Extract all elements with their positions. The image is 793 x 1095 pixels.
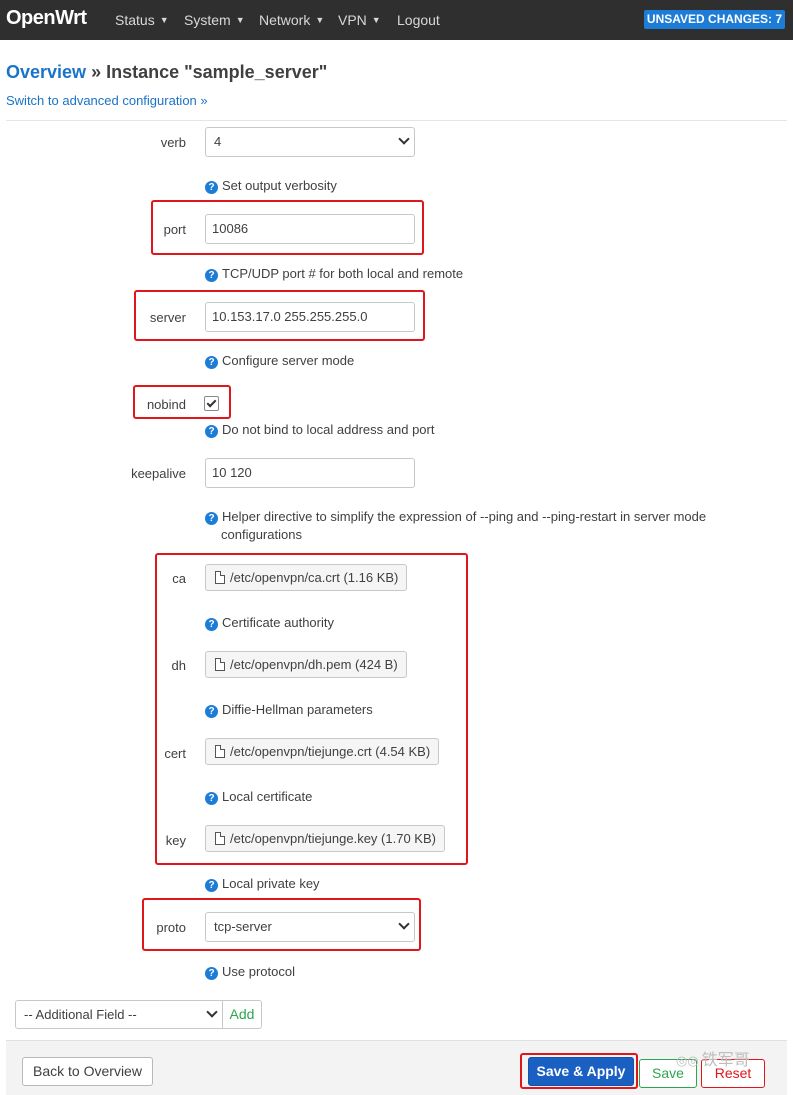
help-icon: ? <box>205 879 218 892</box>
help-icon: ? <box>205 792 218 805</box>
cert-label: cert <box>164 746 186 761</box>
help-icon: ? <box>205 356 218 369</box>
menu-vpn[interactable]: VPN ▼ <box>338 12 381 28</box>
help-icon: ? <box>205 512 218 525</box>
server-input[interactable]: 10.153.17.0 255.255.255.0 <box>205 302 415 332</box>
divider <box>6 120 787 121</box>
caret-down-icon: ▼ <box>371 15 381 25</box>
file-icon <box>215 571 225 584</box>
menu-network[interactable]: Network ▼ <box>259 12 324 28</box>
help-icon: ? <box>205 269 218 282</box>
server-help: ? Configure server mode <box>205 352 354 370</box>
port-help: ? TCP/UDP port # for both local and remot… <box>205 265 463 283</box>
key-file-button[interactable]: /etc/openvpn/tiejunge.key (1.70 KB) <box>205 825 445 852</box>
file-icon <box>215 658 225 671</box>
file-icon <box>215 745 225 758</box>
port-label: port <box>163 222 186 237</box>
nobind-help: ? Do not bind to local address and port <box>205 421 434 439</box>
nobind-label: nobind <box>146 397 186 412</box>
key-help: ? Local private key <box>205 875 320 893</box>
verb-help: ? Set output verbosity <box>205 177 337 195</box>
dh-help: ? Diffie-Hellman parameters <box>205 701 373 719</box>
chevron-down-icon <box>206 1006 218 1018</box>
help-icon: ? <box>205 967 218 980</box>
proto-help: ? Use protocol <box>205 963 295 981</box>
keepalive-help: ? Helper directive to simplify the expres… <box>205 508 765 542</box>
brand-logo[interactable]: OpenWrt <box>6 7 87 30</box>
help-icon: ? <box>205 705 218 718</box>
port-input[interactable]: 10086 <box>205 214 415 244</box>
ca-help: ? Certificate authority <box>205 614 334 632</box>
breadcrumb-overview-link[interactable]: Overview <box>6 62 86 82</box>
verb-label: verb <box>160 135 186 150</box>
caret-down-icon: ▼ <box>315 15 325 25</box>
ca-label: ca <box>172 571 186 586</box>
server-label: server <box>149 310 186 325</box>
breadcrumb-separator: » <box>86 62 107 82</box>
ca-file-button[interactable]: /etc/openvpn/ca.crt (1.16 KB) <box>205 564 408 591</box>
key-label: key <box>165 833 186 848</box>
chevron-down-icon <box>398 918 410 930</box>
help-icon: ? <box>205 181 218 194</box>
caret-down-icon: ▼ <box>159 15 169 25</box>
menu-logout[interactable]: Logout <box>397 12 440 28</box>
cert-help: ? Local certificate <box>205 788 312 806</box>
advanced-config-link[interactable]: Switch to advanced configuration » <box>6 93 208 108</box>
proto-label: proto <box>156 920 186 935</box>
caret-down-icon: ▼ <box>235 15 245 25</box>
help-icon: ? <box>205 618 218 631</box>
cert-file-button[interactable]: /etc/openvpn/tiejunge.crt (4.54 KB) <box>205 738 440 765</box>
wechat-icon: ◎◎ <box>676 1054 699 1069</box>
file-icon <box>215 832 225 845</box>
save-apply-button[interactable]: Save & Apply <box>528 1057 634 1086</box>
additional-field-select[interactable]: -- Additional Field -- <box>15 1000 223 1029</box>
top-navbar: OpenWrt Status ▼ System ▼ Network ▼ VPN ▼ Lo… <box>0 0 793 40</box>
dh-file-button[interactable]: /etc/openvpn/dh.pem (424 B) <box>205 651 407 678</box>
add-field-button[interactable]: Add <box>223 1000 262 1029</box>
verb-select[interactable]: 4 <box>205 127 415 157</box>
keepalive-input[interactable]: 10 120 <box>205 458 415 488</box>
watermark: ◎◎ 铁军哥 <box>676 1050 750 1069</box>
menu-status[interactable]: Status ▼ <box>115 12 169 28</box>
menu-system[interactable]: System ▼ <box>184 12 245 28</box>
help-icon: ? <box>205 425 218 438</box>
proto-select[interactable]: tcp-server <box>205 912 415 942</box>
dh-label: dh <box>171 658 186 673</box>
checkmark-icon <box>206 397 217 408</box>
back-to-overview-button[interactable]: Back to Overview <box>22 1057 153 1086</box>
chevron-down-icon <box>398 133 410 145</box>
nobind-checkbox[interactable] <box>204 396 219 411</box>
instance-title: Instance "sample_server" <box>106 62 328 82</box>
unsaved-changes-badge[interactable]: UNSAVED CHANGES: 7 <box>644 10 785 29</box>
keepalive-label: keepalive <box>131 466 186 481</box>
page-title: Overview » Instance "sample_server" <box>6 62 327 83</box>
